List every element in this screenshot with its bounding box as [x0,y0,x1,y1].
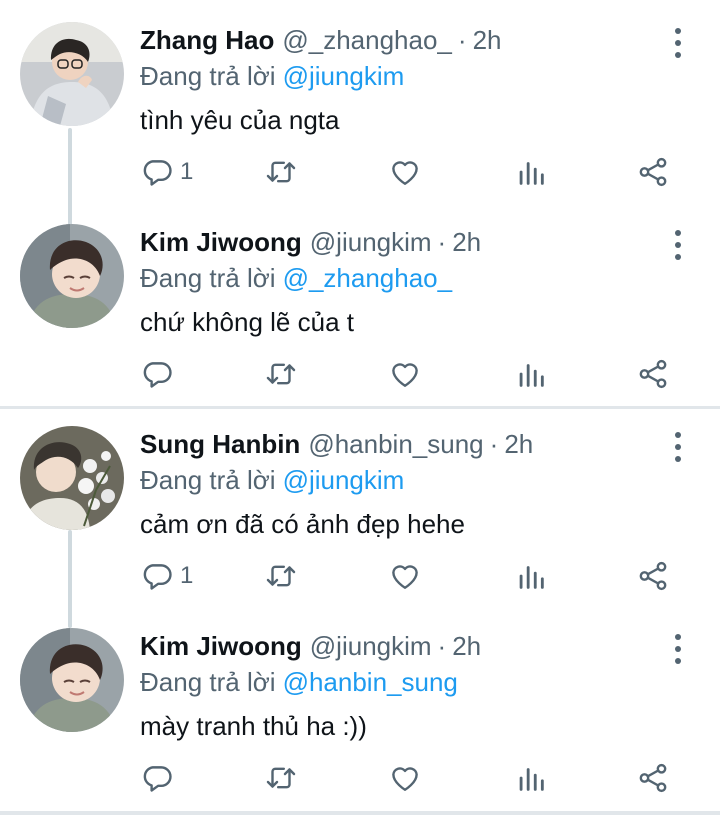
share-icon [636,357,670,391]
author-name[interactable]: Zhang Hao [140,22,274,58]
replying-label: Đang trả lời [140,667,276,697]
avatar[interactable] [20,22,124,126]
reply-thread: Sung Hanbin @hanbin_sung · 2h Đang trả l… [0,409,720,811]
action-bar: 1 [140,556,700,596]
share-button[interactable] [636,354,670,394]
tweet-header: Kim Jiwoong @jiungkim · 2h [140,628,481,664]
timestamp[interactable]: 2h [473,22,502,58]
tweet-header: Zhang Hao @_zhanghao_ · 2h [140,22,501,58]
retweet-icon [264,155,298,189]
replying-to: Đang trả lời @jiungkim [140,462,404,498]
tweet[interactable]: Zhang Hao @_zhanghao_ · 2h Đang trả lời @… [0,22,720,222]
reply-button[interactable] [140,758,180,798]
retweet-button[interactable] [264,152,298,192]
stats-button[interactable] [514,556,548,596]
author-name[interactable]: Kim Jiwoong [140,224,302,260]
tweet[interactable]: Kim Jiwoong @jiungkim · 2h Đang trả lời @… [0,628,720,815]
share-button[interactable] [636,556,670,596]
stats-icon [514,559,548,593]
reply-count: 1 [180,562,194,589]
mention-link[interactable]: @_zhanghao_ [283,263,453,293]
replying-to: Đang trả lời @jiungkim [140,58,404,94]
stats-icon [514,761,548,795]
avatar[interactable] [20,628,124,732]
replying-label: Đang trả lời [140,465,276,495]
separator-dot: · [489,429,499,459]
stats-icon [514,155,548,189]
tweet-text: cảm ơn đã có ảnh đẹp hehe [140,509,465,539]
timestamp[interactable]: 2h [504,426,533,462]
retweet-button[interactable] [264,556,298,596]
share-button[interactable] [636,758,670,798]
more-options-icon[interactable] [664,28,692,58]
heart-icon [388,559,422,593]
share-icon [636,761,670,795]
author-handle[interactable]: @jiungkim [310,224,432,260]
reply-button[interactable]: 1 [140,152,193,192]
author-name[interactable]: Sung Hanbin [140,426,300,462]
replying-label: Đang trả lời [140,61,276,91]
mention-link[interactable]: @jiungkim [283,61,405,91]
separator-dot: · [437,631,447,661]
reply-icon [140,155,174,189]
stats-button[interactable] [514,152,548,192]
avatar[interactable] [20,426,124,530]
retweet-icon [264,761,298,795]
tweet-header: Sung Hanbin @hanbin_sung · 2h [140,426,533,462]
timestamp[interactable]: 2h [452,224,481,260]
tweet[interactable]: Sung Hanbin @hanbin_sung · 2h Đang trả l… [0,426,720,626]
replying-to: Đang trả lời @_zhanghao_ [140,260,452,296]
share-button[interactable] [636,152,670,192]
tweet-text: mày tranh thủ ha :)) [140,711,367,741]
retweet-button[interactable] [264,354,298,394]
action-bar [140,354,700,394]
stats-button[interactable] [514,354,548,394]
like-button[interactable] [388,556,422,596]
author-handle[interactable]: @jiungkim [310,628,432,664]
thread-divider [0,811,720,815]
tweet-text: chứ không lẽ của t [140,307,354,337]
reply-icon [140,357,174,391]
more-options-icon[interactable] [664,634,692,664]
reply-button[interactable]: 1 [140,556,193,596]
reply-icon [140,559,174,593]
share-icon [636,155,670,189]
reply-icon [140,761,174,795]
like-button[interactable] [388,152,422,192]
like-button[interactable] [388,758,422,798]
reply-thread: Zhang Hao @_zhanghao_ · 2h Đang trả lời @… [0,0,720,406]
heart-icon [388,761,422,795]
heart-icon [388,155,422,189]
author-handle[interactable]: @hanbin_sung [308,426,483,462]
more-options-icon[interactable] [664,432,692,462]
tweet[interactable]: Kim Jiwoong @jiungkim · 2h Đang trả lời @… [0,224,720,424]
stats-icon [514,357,548,391]
action-bar: 1 [140,152,700,192]
separator-dot: · [457,25,467,55]
replying-label: Đang trả lời [140,263,276,293]
author-name[interactable]: Kim Jiwoong [140,628,302,664]
mention-link[interactable]: @jiungkim [283,465,405,495]
stats-button[interactable] [514,758,548,798]
timestamp[interactable]: 2h [452,628,481,664]
retweet-button[interactable] [264,758,298,798]
heart-icon [388,357,422,391]
more-options-icon[interactable] [664,230,692,260]
reply-count: 1 [180,158,194,185]
reply-button[interactable] [140,354,180,394]
separator-dot: · [437,227,447,257]
author-handle[interactable]: @_zhanghao_ [282,22,452,58]
retweet-icon [264,357,298,391]
tweet-text: tình yêu của ngta [140,105,340,135]
retweet-icon [264,559,298,593]
tweet-header: Kim Jiwoong @jiungkim · 2h [140,224,481,260]
share-icon [636,559,670,593]
action-bar [140,758,700,798]
replying-to: Đang trả lời @hanbin_sung [140,664,458,700]
like-button[interactable] [388,354,422,394]
avatar[interactable] [20,224,124,328]
mention-link[interactable]: @hanbin_sung [283,667,458,697]
